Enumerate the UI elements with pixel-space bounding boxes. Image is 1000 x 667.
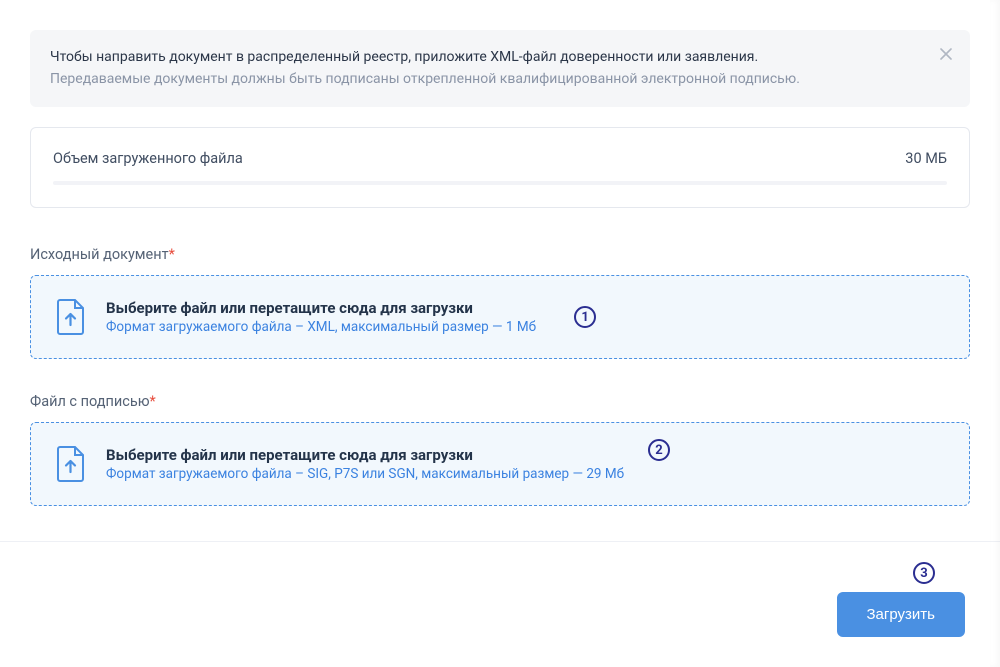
signature-dropzone-hint: Формат загружаемого файла – SIG, P7S или… <box>106 466 624 482</box>
file-upload-icon <box>56 298 86 336</box>
info-banner-title: Чтобы направить документ в распределенны… <box>50 48 925 68</box>
source-document-label: Исходный документ* <box>30 246 970 263</box>
signature-file-label: Файл с подписью* <box>30 393 970 410</box>
file-volume-panel: Объем загруженного файла 30 МБ <box>30 127 970 208</box>
required-star: * <box>150 393 156 410</box>
info-banner: Чтобы направить документ в распределенны… <box>30 30 970 107</box>
source-dropzone-hint: Формат загружаемого файла – XML, максима… <box>106 319 536 335</box>
annotation-badge-1: 1 <box>574 306 596 328</box>
source-dropzone-title: Выберите файл или перетащите сюда для за… <box>106 299 536 317</box>
footer-bar: 3 Загрузить <box>0 541 1000 667</box>
signature-file-dropzone[interactable]: Выберите файл или перетащите сюда для за… <box>30 422 970 506</box>
required-star: * <box>169 246 175 263</box>
file-volume-progress-bar <box>53 181 947 185</box>
file-volume-label: Объем загруженного файла <box>53 150 243 167</box>
annotation-badge-3: 3 <box>913 562 935 584</box>
source-document-dropzone[interactable]: Выберите файл или перетащите сюда для за… <box>30 275 970 359</box>
signature-dropzone-title: Выберите файл или перетащите сюда для за… <box>106 446 624 464</box>
upload-button[interactable]: Загрузить <box>837 592 966 637</box>
annotation-badge-2: 2 <box>648 439 670 461</box>
close-icon[interactable] <box>937 45 955 63</box>
info-banner-subtitle: Передаваемые документы должны быть подпи… <box>50 70 925 90</box>
file-volume-value: 30 МБ <box>905 150 947 167</box>
file-upload-icon <box>56 445 86 483</box>
